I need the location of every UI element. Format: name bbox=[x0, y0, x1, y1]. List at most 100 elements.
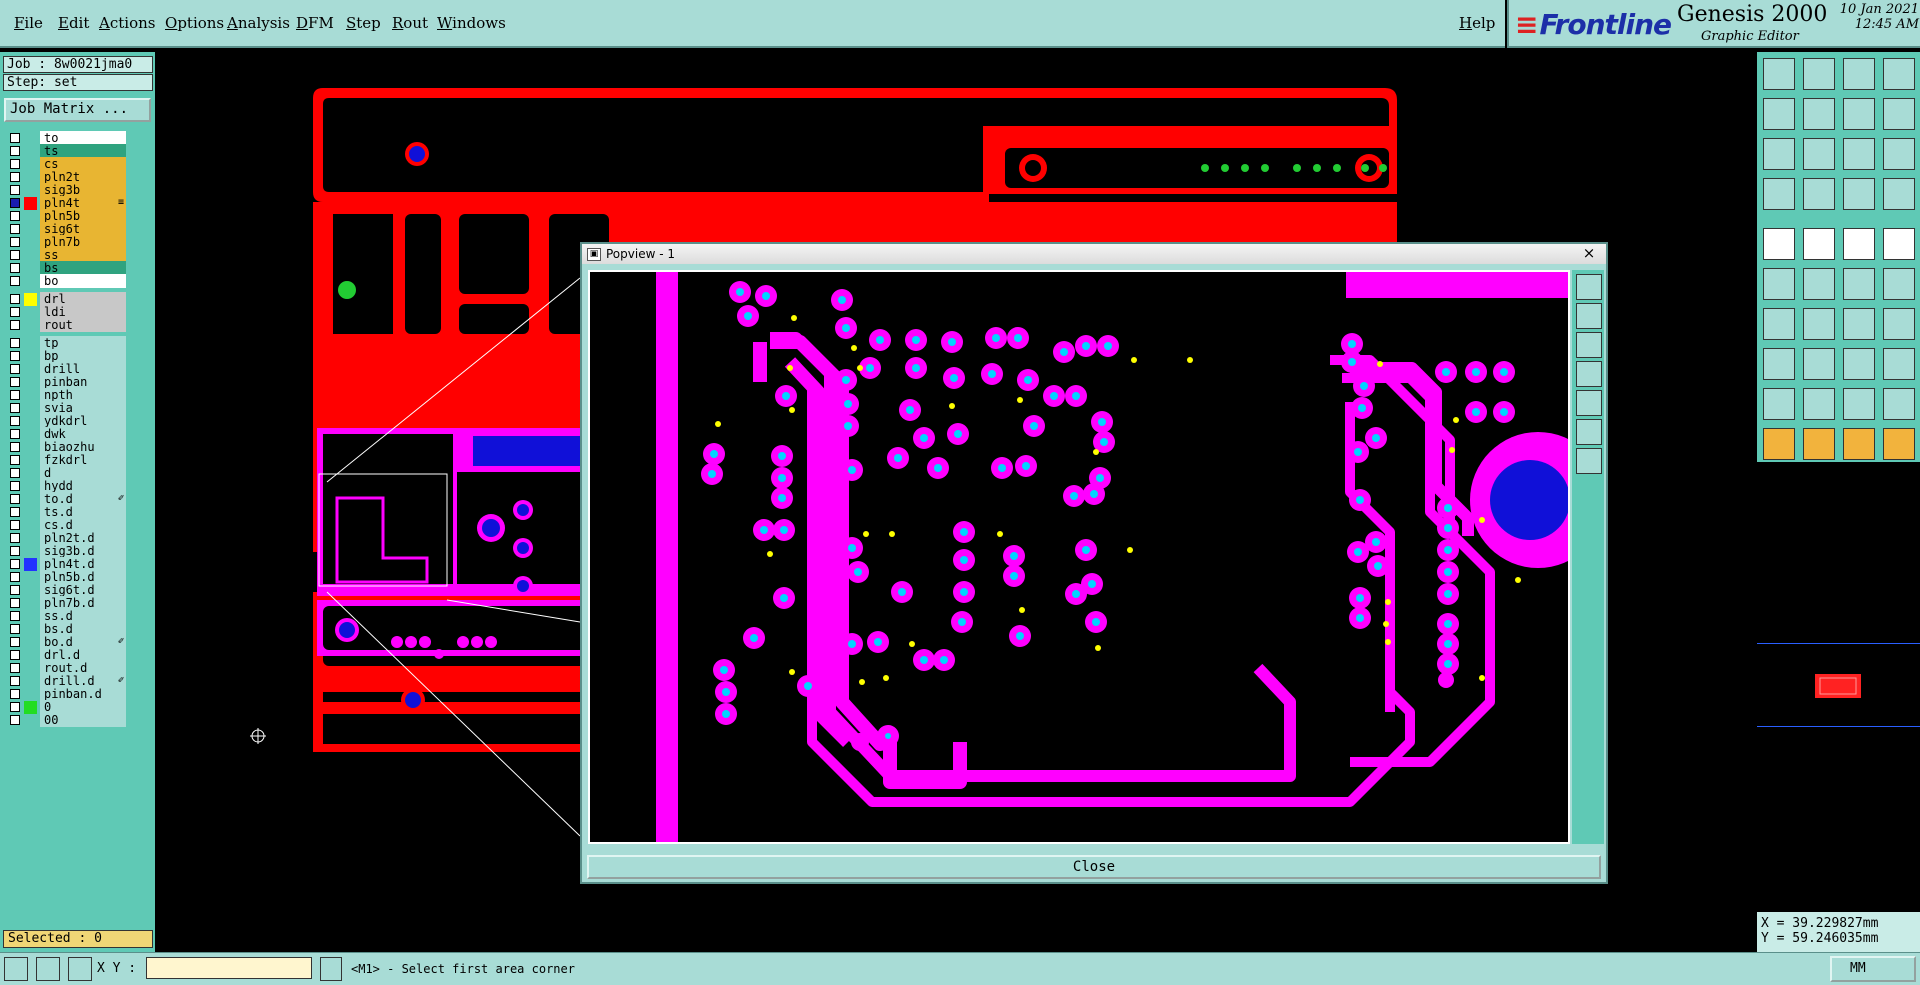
popview-pan-right-icon[interactable] bbox=[1576, 390, 1602, 416]
layer-checkbox[interactable] bbox=[10, 637, 20, 647]
layer-checkbox[interactable] bbox=[10, 237, 20, 247]
layer-name[interactable]: pln7b bbox=[40, 235, 126, 249]
layer-checkbox[interactable] bbox=[10, 650, 20, 660]
layer-checkbox[interactable] bbox=[10, 307, 20, 317]
rotate-icon[interactable] bbox=[1843, 98, 1875, 130]
layer-name[interactable]: drl bbox=[40, 292, 126, 306]
layer-checkbox[interactable] bbox=[10, 172, 20, 182]
layer-name[interactable]: sig6t.d bbox=[40, 583, 126, 597]
layer-checkbox[interactable] bbox=[10, 702, 20, 712]
pointer-yellow-icon[interactable] bbox=[1843, 428, 1875, 460]
layer-checkbox[interactable] bbox=[10, 276, 20, 286]
layer-checkbox[interactable] bbox=[10, 320, 20, 330]
layer-checkbox[interactable] bbox=[10, 377, 20, 387]
layer-checkbox[interactable] bbox=[10, 663, 20, 673]
layer-checkbox[interactable] bbox=[10, 159, 20, 169]
layer-checkbox[interactable] bbox=[10, 494, 20, 504]
layer-checkbox[interactable] bbox=[10, 715, 20, 725]
layer-name[interactable]: biaozhu bbox=[40, 440, 126, 454]
layer-checkbox[interactable] bbox=[10, 338, 20, 348]
split-view-icon[interactable] bbox=[1883, 58, 1915, 90]
units-selector[interactable]: MM bbox=[1830, 956, 1916, 982]
pan-left-icon[interactable] bbox=[1763, 98, 1795, 130]
layer-checkbox[interactable] bbox=[10, 429, 20, 439]
layer-checkbox[interactable] bbox=[10, 598, 20, 608]
layer-checkbox[interactable] bbox=[10, 364, 20, 374]
layer-name[interactable]: ts bbox=[40, 144, 126, 158]
info-icon[interactable] bbox=[320, 957, 342, 981]
snap-blue-icon[interactable] bbox=[1883, 178, 1915, 210]
layer-checkbox[interactable] bbox=[10, 559, 20, 569]
layer-name[interactable]: cs.d bbox=[40, 518, 126, 532]
layer-checkbox[interactable] bbox=[10, 624, 20, 634]
layer-checkbox[interactable] bbox=[10, 133, 20, 143]
popview-canvas[interactable] bbox=[588, 270, 1570, 844]
layer-checkbox[interactable] bbox=[10, 224, 20, 234]
popview-zoom-out-icon[interactable] bbox=[1576, 332, 1602, 358]
popview-pan-left-icon[interactable] bbox=[1576, 361, 1602, 387]
layer-checkbox[interactable] bbox=[10, 146, 20, 156]
trace-icon[interactable] bbox=[1883, 308, 1915, 340]
select-pad-icon[interactable] bbox=[1763, 348, 1795, 380]
layer-name[interactable]: hydd bbox=[40, 479, 126, 493]
layer-name[interactable]: drill.d ✐ bbox=[40, 674, 126, 688]
layer-name[interactable]: bp bbox=[40, 349, 126, 363]
menu-help[interactable]: Help bbox=[1459, 14, 1495, 32]
layer-checkbox[interactable] bbox=[10, 611, 20, 621]
pointer-icon[interactable] bbox=[1763, 428, 1795, 460]
layer-checkbox[interactable] bbox=[10, 572, 20, 582]
layer-checkbox[interactable] bbox=[10, 416, 20, 426]
layer-name[interactable]: pinban.d bbox=[40, 687, 126, 701]
popview-center-icon[interactable] bbox=[1576, 448, 1602, 474]
ruler-icon[interactable] bbox=[1843, 228, 1875, 260]
layer-name[interactable]: ldi bbox=[40, 305, 126, 319]
layer-checkbox[interactable] bbox=[10, 676, 20, 686]
layer-checkbox[interactable] bbox=[10, 351, 20, 361]
layer-checkbox[interactable] bbox=[10, 211, 20, 221]
view-home-icon[interactable] bbox=[1763, 58, 1795, 90]
layer-name[interactable]: ss.d bbox=[40, 609, 126, 623]
layer-name[interactable]: npth bbox=[40, 388, 126, 402]
overview-window[interactable] bbox=[1757, 643, 1920, 727]
layer-color-swatch[interactable] bbox=[24, 275, 37, 288]
layer-name[interactable]: 00 bbox=[40, 713, 126, 727]
popview-fit-icon[interactable] bbox=[1576, 419, 1602, 445]
layer-name[interactable]: bo.d ✐ bbox=[40, 635, 126, 649]
layer-name[interactable]: bs.d bbox=[40, 622, 126, 636]
angle-blue-icon[interactable] bbox=[1803, 388, 1835, 420]
layer-checkbox[interactable] bbox=[10, 185, 20, 195]
layer-row[interactable]: 00 bbox=[4, 713, 126, 728]
pointer-red-icon[interactable] bbox=[1803, 428, 1835, 460]
layer-name[interactable]: bo bbox=[40, 274, 126, 288]
cross-icon[interactable] bbox=[1803, 268, 1835, 300]
layer-name[interactable]: tp bbox=[40, 336, 126, 350]
menu-actions[interactable]: Actions bbox=[99, 14, 155, 32]
node-icon[interactable] bbox=[1763, 268, 1795, 300]
slash-red-icon[interactable] bbox=[1763, 308, 1795, 340]
box-icon[interactable] bbox=[1843, 348, 1875, 380]
layer-name[interactable]: pln7b.d bbox=[40, 596, 126, 610]
layer-name[interactable]: pln4t.d bbox=[40, 557, 126, 571]
zoom-fit-icon[interactable] bbox=[1763, 138, 1795, 170]
layer-name[interactable]: pln2t.d bbox=[40, 531, 126, 545]
redo-icon[interactable] bbox=[1883, 98, 1915, 130]
layer-color-swatch[interactable] bbox=[24, 714, 37, 727]
menu-rout[interactable]: Rout bbox=[392, 14, 428, 32]
layer-name[interactable]: pln5b bbox=[40, 209, 126, 223]
group-icon[interactable] bbox=[1883, 348, 1915, 380]
snap-line-icon[interactable] bbox=[4, 957, 28, 981]
grid-icon[interactable] bbox=[1803, 178, 1835, 210]
layer-name[interactable]: dwk bbox=[40, 427, 126, 441]
arc-icon[interactable] bbox=[1843, 308, 1875, 340]
layer-checkbox[interactable] bbox=[10, 507, 20, 517]
menu-dfm[interactable]: DFM bbox=[296, 14, 334, 32]
layer-name[interactable]: rout bbox=[40, 318, 126, 332]
popview-zoom-in-icon[interactable] bbox=[1576, 303, 1602, 329]
snap-angle-icon[interactable] bbox=[36, 957, 60, 981]
layer-name[interactable]: sig3b bbox=[40, 183, 126, 197]
layer-name[interactable]: ts.d bbox=[40, 505, 126, 519]
add-line-icon[interactable] bbox=[1803, 228, 1835, 260]
pointer-multi-icon[interactable] bbox=[1883, 428, 1915, 460]
line-point-icon[interactable] bbox=[1883, 268, 1915, 300]
pan-right-icon[interactable] bbox=[1803, 98, 1835, 130]
